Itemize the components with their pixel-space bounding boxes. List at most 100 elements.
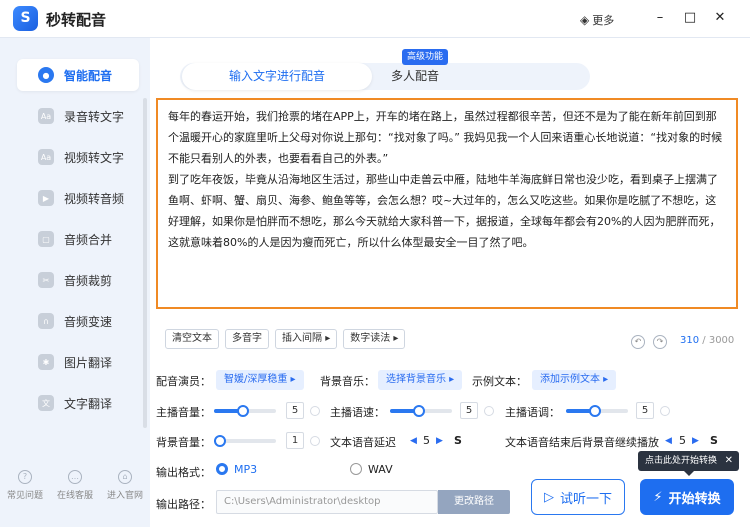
voice-select[interactable]: 智媛/深厚稳重 ▸ [216, 370, 304, 390]
website-label: 进入官网 [106, 491, 143, 501]
maximize-icon[interactable]: □ [681, 9, 699, 27]
insert-pause-button[interactable]: 插入间隔 ▸ [275, 329, 338, 349]
format-label: 输出格式： [156, 466, 211, 479]
scissors-icon: ✂ [38, 272, 54, 288]
path-label: 输出路径： [156, 498, 211, 511]
bg-volume-knob[interactable] [214, 435, 226, 447]
undo-icon[interactable]: ↶ [631, 335, 645, 349]
start-convert-button[interactable]: ⚡ 开始转换 [640, 479, 734, 515]
format-wav-radio[interactable] [350, 463, 362, 475]
bgm-label: 背景音乐： [320, 375, 375, 388]
volume-slider[interactable] [214, 405, 276, 417]
speed-knob[interactable] [413, 405, 425, 417]
insert-pause-label: 插入间隔 [282, 333, 322, 344]
change-path-button[interactable]: 更改路径 [438, 490, 510, 514]
continue-label: 文本语音结束后背景音继续播放 [505, 436, 659, 449]
sidebar-item-video-to-audio[interactable]: ▶ 视频转音频 [17, 182, 139, 214]
faq-label: 常见问题 [6, 491, 43, 501]
support-button[interactable]: … 在线客服 [52, 470, 98, 501]
editor-text[interactable]: 每年的春运开始，我们抢票的堵在APP上，开车的堵在路上，虽然过程都很辛苦，但还不… [158, 100, 736, 253]
sidebar-item-label: 智能配音 [64, 68, 113, 83]
preview-button[interactable]: ▷ 试听一下 [531, 479, 625, 515]
delay-value: 5 [423, 434, 430, 447]
video-audio-icon: ▶ [38, 190, 54, 206]
support-label: 在线客服 [56, 491, 93, 501]
video-text-icon: Aa [38, 149, 54, 165]
premium-badge: 高级功能 [402, 49, 449, 65]
bgm-select[interactable]: 选择背景音乐 ▸ [378, 370, 463, 390]
question-icon: ? [18, 470, 32, 484]
pitch-input[interactable]: 5 [636, 402, 654, 419]
sidebar: ● 智能配音 Aa 录音转文字 Aa 视频转文字 ▶ 视频转音频 ▢ 音频合并 ✂ 音频裁剪… [0, 38, 150, 527]
clear-text-button[interactable]: 清空文本 [165, 329, 219, 349]
more-button[interactable]: ◈ 更多 [580, 12, 614, 28]
pitch-reset[interactable] [660, 406, 670, 416]
convert-icon: ⚡ [653, 489, 663, 505]
sidebar-item-smart-dubbing[interactable]: ● 智能配音 [17, 59, 139, 91]
title-bar: S 秒转配音 ◈ 更多 – □ ✕ [0, 0, 750, 38]
format-wav-label[interactable]: WAV [368, 463, 393, 476]
continue-increase[interactable]: ▶ [692, 436, 699, 446]
layers-icon: ◈ [580, 13, 590, 27]
close-icon[interactable]: ✕ [711, 9, 729, 27]
sidebar-item-label: 视频转文字 [64, 150, 125, 165]
start-tooltip: 点击此处开始转换 ✕ [638, 451, 739, 476]
speed-slider[interactable] [390, 405, 452, 417]
sidebar-item-record-to-text[interactable]: Aa 录音转文字 [17, 100, 139, 132]
bg-volume-reset[interactable] [310, 436, 320, 446]
record-text-icon: Aa [38, 108, 54, 124]
polyphone-button[interactable]: 多音字 [225, 329, 269, 349]
tab-multi-dubbing[interactable]: 多人配音 [372, 63, 458, 90]
tooltip-close-icon[interactable]: ✕ [725, 451, 733, 471]
speed-input[interactable]: 5 [460, 402, 478, 419]
chevron-right-icon: ▸ [325, 333, 331, 344]
continue-decrease[interactable]: ◀ [665, 436, 672, 446]
volume-reset[interactable] [310, 406, 320, 416]
minimize-icon[interactable]: – [651, 9, 669, 27]
sidebar-item-audio-cut[interactable]: ✂ 音频裁剪 [17, 264, 139, 296]
preview-label: 试听一下 [559, 491, 612, 507]
volume-knob[interactable] [237, 405, 249, 417]
image-translate-icon: ✱ [38, 354, 54, 370]
mic-icon: ● [38, 67, 54, 83]
pitch-knob[interactable] [589, 405, 601, 417]
volume-input[interactable]: 5 [286, 402, 304, 419]
bg-volume-label: 背景音量： [156, 436, 211, 449]
sidebar-item-text-translate[interactable]: 文文字翻译 [17, 387, 139, 419]
sidebar-item-label: 录音转文字 [64, 109, 125, 124]
website-button[interactable]: ⌂ 进入官网 [102, 470, 148, 501]
char-max: / 3000 [702, 335, 735, 346]
delay-increase[interactable]: ▶ [436, 436, 443, 446]
sidebar-item-image-translate[interactable]: ✱ 图片翻译 [17, 346, 139, 378]
delay-unit: S [454, 434, 462, 447]
sidebar-item-audio-speed[interactable]: ∩ 音频变速 [17, 305, 139, 337]
pitch-label: 主播语调： [505, 406, 560, 419]
sidebar-item-video-to-text[interactable]: Aa 视频转文字 [17, 141, 139, 173]
number-read-button[interactable]: 数字读法 ▸ [343, 329, 406, 349]
sample-select[interactable]: 添加示例文本 ▸ [532, 370, 617, 390]
delay-decrease[interactable]: ◀ [410, 436, 417, 446]
faq-button[interactable]: ? 常见问题 [2, 470, 48, 501]
speed-reset[interactable] [484, 406, 494, 416]
sidebar-scrollbar[interactable] [143, 98, 147, 428]
path-input[interactable]: C:\Users\Administrator\desktop [216, 490, 438, 514]
app-title: 秒转配音 [46, 11, 107, 29]
bg-volume-slider[interactable] [214, 435, 276, 447]
sidebar-item-label: 视频转音频 [64, 191, 125, 206]
text-editor[interactable]: 每年的春运开始，我们抢票的堵在APP上，开车的堵在路上，虽然过程都很辛苦，但还不… [156, 98, 738, 309]
bg-volume-input[interactable]: 1 [286, 432, 304, 449]
tab-text-dubbing[interactable]: 输入文字进行配音 [182, 63, 372, 90]
char-counter: 310 / 3000 [680, 335, 734, 346]
sample-value: 添加示例文本 [540, 374, 600, 385]
pitch-slider[interactable] [566, 405, 628, 417]
redo-icon[interactable]: ↷ [653, 335, 667, 349]
number-read-label: 数字读法 [350, 333, 391, 344]
home-icon: ⌂ [118, 470, 132, 484]
main-panel: 输入文字进行配音 多人配音 高级功能 每年的春运开始，我们抢票的堵在APP上，开… [150, 38, 750, 527]
continue-value: 5 [679, 434, 686, 447]
format-mp3-label[interactable]: MP3 [234, 463, 257, 476]
more-label: 更多 [592, 14, 615, 27]
format-mp3-radio[interactable] [216, 463, 228, 475]
sample-label: 示例文本： [472, 375, 527, 388]
sidebar-item-audio-merge[interactable]: ▢ 音频合并 [17, 223, 139, 255]
